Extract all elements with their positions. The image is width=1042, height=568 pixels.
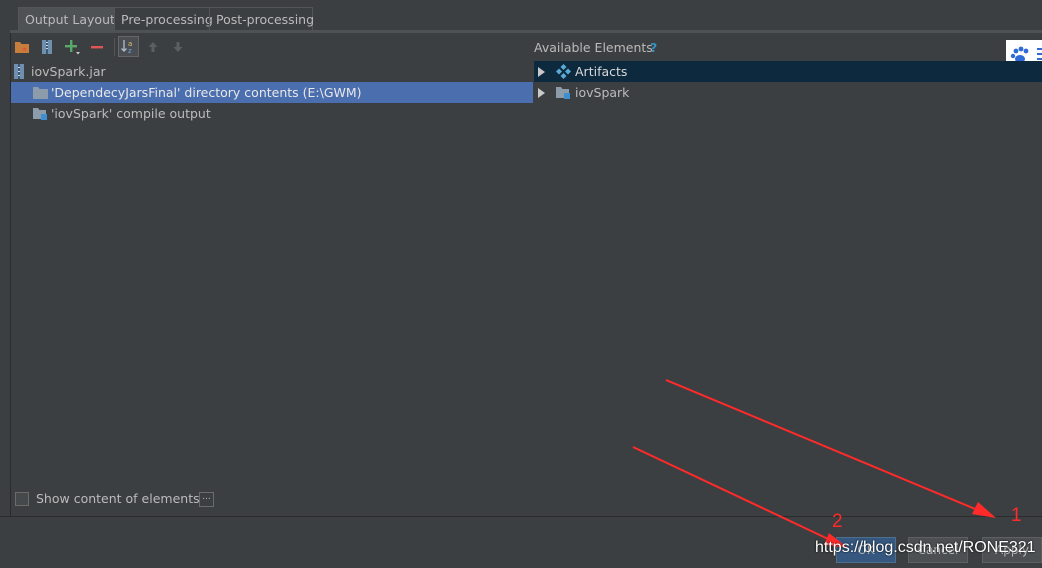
annotation-arrowhead-1	[972, 502, 996, 518]
annotation-label-1: 1	[1011, 505, 1022, 526]
annotation-arrow-1	[665, 379, 993, 517]
annotation-arrows	[632, 379, 996, 548]
watermark: https://blog.csdn.net/RONE321	[815, 539, 1036, 556]
annotation-arrow-2	[632, 446, 844, 547]
annotation-label-2: 2	[832, 511, 843, 532]
